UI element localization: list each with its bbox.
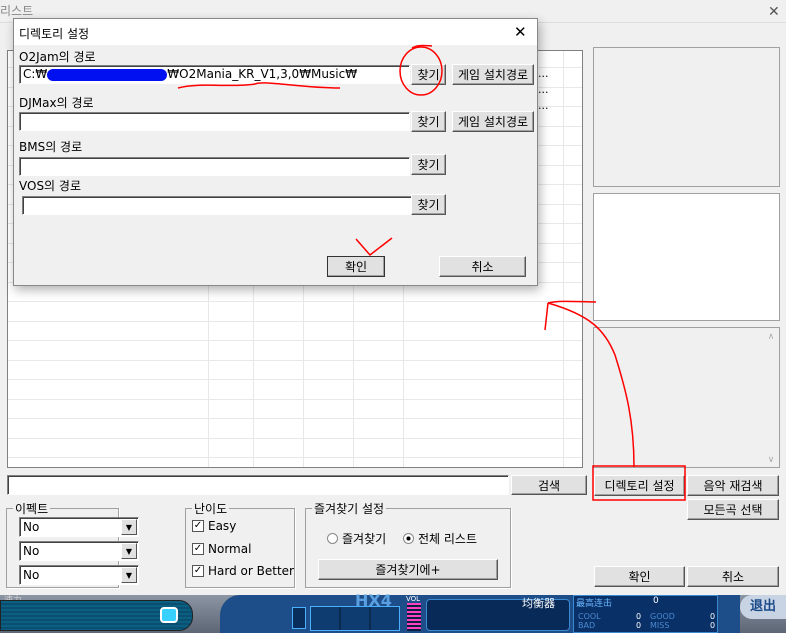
grid-row-line	[8, 437, 582, 439]
difficulty-label: 난이도	[192, 500, 230, 517]
o2jam-label: O2Jam의 경로	[19, 50, 96, 64]
speed-button[interactable]	[160, 607, 178, 623]
good-label: GOOD	[650, 612, 675, 621]
radio-label: 즐겨찾기	[342, 532, 387, 546]
max-combo-value: 0	[653, 596, 659, 606]
vol-label: VOL	[406, 595, 421, 603]
list-cell: ...	[538, 67, 549, 80]
bms-label: BMS의 경로	[19, 140, 83, 154]
grid-row-line	[8, 398, 582, 400]
cool-value: 0	[636, 612, 642, 621]
checkbox-easy[interactable]: ✓ Easy	[192, 519, 236, 533]
o2jam-install-path-button[interactable]: 게임 설치경로	[452, 64, 534, 85]
cool-label: COOL	[578, 612, 601, 621]
miss-label: MISS	[650, 621, 670, 630]
detail-panel: ∧ ∨	[593, 327, 780, 468]
check-icon: ✓	[192, 543, 204, 555]
select-value: No	[23, 544, 40, 558]
check-icon: ✓	[192, 565, 204, 577]
miss-value: 0	[710, 621, 716, 630]
djmax-label: DJMax의 경로	[19, 96, 94, 110]
redaction-mark	[47, 68, 168, 81]
djmax-browse-button[interactable]: 찾기	[411, 111, 446, 132]
add-to-favorites-button[interactable]: 즐겨찾기에+	[318, 559, 498, 580]
checkbox-label: Hard or Better	[208, 564, 294, 578]
chevron-down-icon: ▼	[121, 543, 137, 559]
volume-meter[interactable]	[407, 603, 421, 631]
effect-label: 이펙트	[13, 500, 51, 517]
radio-selected-icon	[403, 533, 414, 544]
grid-row-line	[8, 359, 582, 361]
grid-column-line	[563, 51, 564, 467]
select-all-button[interactable]: 모든곡 선택	[687, 499, 779, 520]
checkbox-label: Easy	[208, 519, 237, 533]
favorites-label: 즐겨찾기 설정	[312, 500, 387, 517]
directory-settings-dialog: 디렉토리 설정 ✕ O2Jam의 경로 C:₩ ₩O2Mania_KR_V1,3,…	[13, 18, 538, 286]
radio-icon	[327, 533, 338, 544]
list-cell: ...	[538, 83, 549, 96]
dialog-title: 디렉토리 설정	[19, 27, 90, 41]
checkbox-hard[interactable]: ✓ Hard or Better	[192, 564, 294, 578]
radio-label: 전체 리스트	[418, 532, 478, 546]
effect-select-1[interactable]: No ▼	[19, 517, 139, 537]
dialog-title-bar	[14, 19, 537, 45]
equalizer-label: 均衡器	[522, 597, 555, 610]
checkbox-normal[interactable]: ✓ Normal	[192, 542, 251, 556]
djmax-path-input[interactable]	[19, 112, 410, 131]
dialog-cancel-button[interactable]: 취소	[439, 256, 526, 277]
ok-button[interactable]: 확인	[594, 566, 685, 587]
o2jam-browse-button[interactable]: 찾기	[411, 64, 446, 85]
game-bar: 速力 HX4 VOL 均衡器 最高连击 0 COOL 0 GOOD 0 BAD …	[0, 591, 786, 633]
chevron-down-icon: ▼	[121, 519, 137, 535]
grid-row-line	[8, 379, 582, 380]
radio-favorites[interactable]: 즐겨찾기	[327, 530, 386, 547]
chevron-down-icon: ▼	[121, 567, 137, 583]
grid-row-line	[8, 320, 582, 322]
effect-select-3[interactable]: No ▼	[19, 565, 139, 585]
bad-value: 0	[636, 621, 642, 630]
vos-browse-button[interactable]: 찾기	[411, 194, 446, 215]
good-value: 0	[710, 612, 716, 621]
speed-digit	[292, 607, 306, 629]
path-prefix: C:₩	[23, 67, 48, 81]
album-art-panel	[593, 47, 780, 187]
grid-row-line	[8, 418, 582, 419]
grid-row-line	[8, 301, 582, 302]
info-panel	[593, 193, 780, 321]
grid-row-line	[8, 457, 582, 458]
check-icon: ✓	[192, 520, 204, 532]
rescan-music-button[interactable]: 음악 재검색	[687, 475, 779, 496]
dialog-ok-button[interactable]: 확인	[327, 256, 385, 277]
grid-row-line	[8, 340, 582, 341]
max-combo-label: 最高连击	[576, 599, 613, 609]
select-value: No	[23, 568, 40, 582]
speed-digit	[310, 606, 400, 631]
djmax-install-path-button[interactable]: 게임 설치경로	[452, 111, 534, 132]
bad-label: BAD	[578, 621, 596, 630]
bms-browse-button[interactable]: 찾기	[411, 154, 446, 175]
list-cell: ...	[538, 99, 549, 112]
o2jam-path-input[interactable]: C:₩ ₩O2Mania_KR_V1,3,0₩Music₩	[19, 65, 410, 84]
select-value: No	[23, 520, 40, 534]
bms-path-input[interactable]	[19, 157, 410, 176]
main-window-title: 리스트	[0, 4, 34, 18]
vos-path-input[interactable]	[22, 196, 412, 215]
vos-label: VOS의 경로	[19, 179, 81, 193]
radio-all-list[interactable]: 전체 리스트	[403, 530, 477, 547]
effect-select-2[interactable]: No ▼	[19, 541, 139, 561]
cancel-button[interactable]: 취소	[687, 566, 779, 587]
search-button[interactable]: 검색	[511, 475, 587, 495]
path-suffix: ₩O2Mania_KR_V1,3,0₩Music₩	[167, 67, 358, 81]
checkbox-label: Normal	[208, 542, 252, 556]
dialog-close-button[interactable]: ✕	[514, 23, 527, 41]
search-input[interactable]	[7, 475, 509, 495]
scrollbar[interactable]: ∧ ∨	[763, 328, 779, 467]
main-close-button[interactable]: ✕	[768, 4, 780, 20]
exit-button[interactable]: 退出	[740, 595, 786, 619]
directory-settings-button[interactable]: 디렉토리 설정	[594, 475, 685, 496]
